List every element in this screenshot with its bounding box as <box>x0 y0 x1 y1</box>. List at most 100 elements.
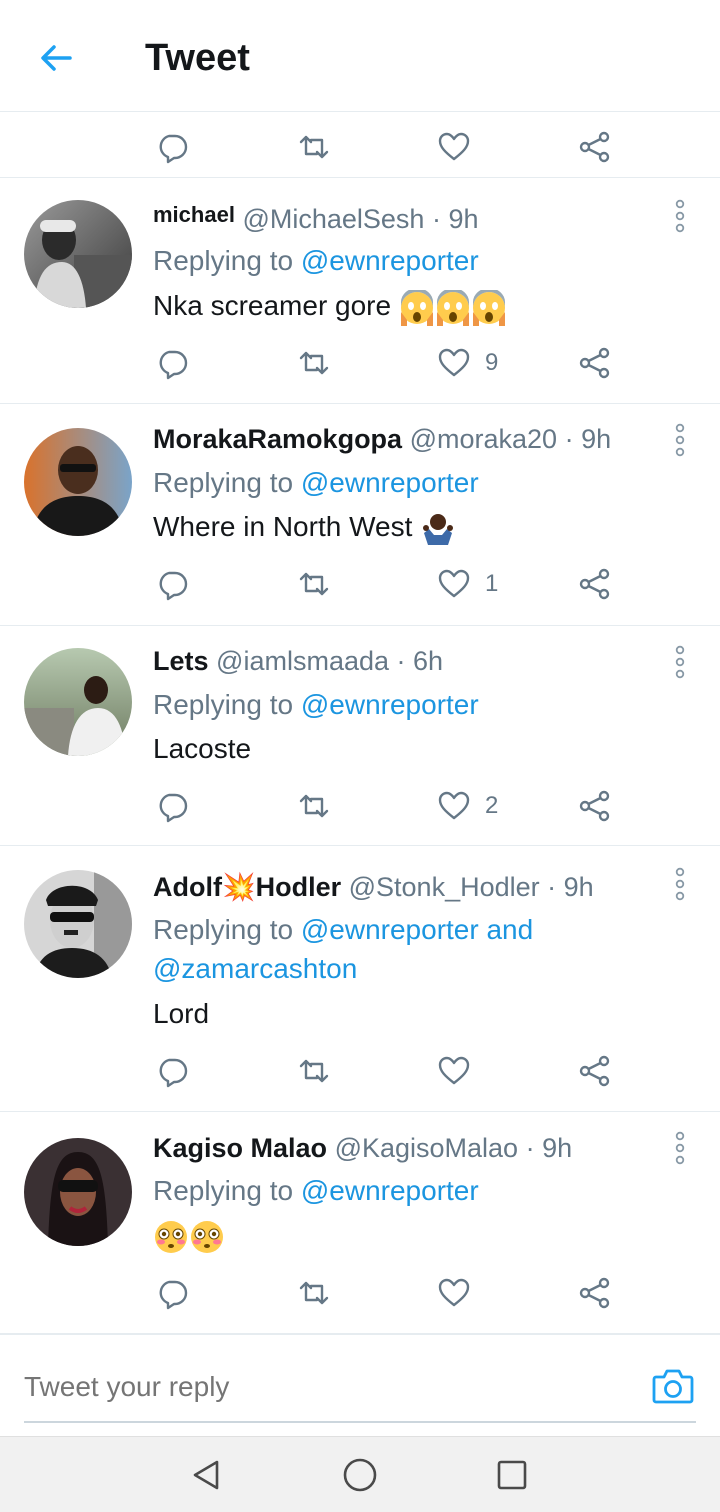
timestamp: · 6h <box>396 646 444 676</box>
reply-icon <box>159 793 188 823</box>
avatar[interactable] <box>24 648 132 756</box>
like-button[interactable]: 1 <box>437 559 498 609</box>
handle[interactable]: @MichaelSesh <box>242 204 424 234</box>
heart-icon <box>438 1278 470 1307</box>
tweet-actions <box>0 1268 720 1318</box>
reply-icon <box>159 350 188 380</box>
retweet-icon <box>299 572 329 596</box>
handle[interactable]: @KagisoMalao <box>335 1133 519 1163</box>
nav-back-button[interactable] <box>184 1453 228 1497</box>
like-button[interactable] <box>437 122 471 172</box>
like-button[interactable]: 2 <box>437 781 498 831</box>
display-name[interactable]: MorakaRamokgopa <box>153 424 402 454</box>
share-button[interactable] <box>578 781 612 831</box>
reply-button[interactable] <box>155 559 189 609</box>
tweet-actions <box>0 1046 720 1096</box>
mention-link[interactable]: @ewnreporter <box>301 245 479 276</box>
reply-icon <box>159 134 188 164</box>
mention-link[interactable]: @ewnreporter <box>301 467 479 498</box>
avatar[interactable] <box>24 1138 132 1246</box>
share-icon <box>579 568 610 600</box>
display-name[interactable]: Kagiso Malao <box>153 1133 327 1163</box>
more-options-button[interactable] <box>668 864 692 904</box>
tweet-actions: 1 <box>0 559 720 609</box>
share-icon <box>579 1277 610 1309</box>
reply-button[interactable] <box>155 338 189 388</box>
more-vertical-icon <box>675 199 685 233</box>
handle[interactable]: @iamlsmaada <box>216 646 389 676</box>
retweet-button[interactable] <box>297 559 331 609</box>
more-options-button[interactable] <box>668 420 692 460</box>
retweet-icon <box>299 1059 329 1083</box>
tweet-header: Kagiso Malao @KagisoMalao · 9h <box>153 1131 572 1165</box>
more-options-button[interactable] <box>668 642 692 682</box>
reply-button[interactable] <box>155 1268 189 1318</box>
share-button[interactable] <box>578 1268 612 1318</box>
person-shrugging-emoji <box>423 513 454 545</box>
reply-button[interactable] <box>155 1046 189 1096</box>
reply-tweet[interactable]: Lets @iamlsmaada · 6h Replying to @ewnre… <box>0 626 720 846</box>
display-name[interactable]: michael <box>153 202 235 227</box>
avatar[interactable] <box>24 200 132 308</box>
more-options-button[interactable] <box>668 1128 692 1168</box>
tweet-text: Where in North West <box>153 509 456 547</box>
reply-button[interactable] <box>155 781 189 831</box>
retweet-icon <box>299 794 329 818</box>
heart-icon <box>438 348 470 377</box>
like-button[interactable] <box>437 1046 471 1096</box>
nav-home-button[interactable] <box>338 1453 382 1497</box>
replying-to: Replying to @ewnreporter <box>153 689 479 720</box>
reply-tweet[interactable]: Adolf💥Hodler @Stonk_Hodler · 9h Replying… <box>0 846 720 1112</box>
tweet-actions: 9 <box>0 338 720 388</box>
retweet-button[interactable] <box>297 781 331 831</box>
reply-tweet[interactable]: michael @MichaelSesh · 9h Replying to @e… <box>0 178 720 404</box>
reply-tweet[interactable]: Kagiso Malao @KagisoMalao · 9h Replying … <box>0 1112 720 1333</box>
display-name[interactable]: Adolf💥Hodler <box>153 872 341 902</box>
parent-tweet-actions <box>0 112 720 178</box>
screaming-face-emoji <box>472 289 505 326</box>
share-button[interactable] <box>578 1046 612 1096</box>
timestamp: · 9h <box>431 204 479 234</box>
flushed-face-emoji <box>155 1220 187 1253</box>
retweet-button[interactable] <box>297 122 331 172</box>
retweet-button[interactable] <box>297 1268 331 1318</box>
share-button[interactable] <box>578 122 612 172</box>
replying-to: Replying to @ewnreporter <box>153 245 479 276</box>
display-name[interactable]: Lets <box>153 646 209 676</box>
share-button[interactable] <box>578 559 612 609</box>
handle[interactable]: @moraka20 <box>410 424 557 454</box>
retweet-icon <box>299 351 329 375</box>
like-count: 9 <box>485 349 499 376</box>
page-title: Tweet <box>145 37 250 79</box>
mention-link[interactable]: @ewnreporter <box>301 1175 479 1206</box>
like-button[interactable]: 9 <box>437 338 498 388</box>
camera-icon <box>652 1369 694 1404</box>
reply-input[interactable] <box>24 1363 624 1411</box>
more-options-button[interactable] <box>668 196 692 236</box>
like-button[interactable] <box>437 1268 471 1318</box>
heart-icon <box>438 791 470 820</box>
app-header: Tweet <box>0 0 720 112</box>
timestamp: · 9h <box>547 872 594 902</box>
share-icon <box>579 347 610 379</box>
share-button[interactable] <box>578 338 612 388</box>
share-icon <box>579 1055 610 1087</box>
retweet-button[interactable] <box>297 1046 331 1096</box>
nav-recents-button[interactable] <box>490 1453 534 1497</box>
reply-tweet[interactable]: MorakaRamokgopa @moraka20 · 9h Replying … <box>0 404 720 626</box>
more-vertical-icon <box>675 423 685 457</box>
avatar[interactable] <box>24 428 132 536</box>
camera-button[interactable] <box>648 1363 698 1409</box>
timestamp: · 9h <box>525 1133 573 1163</box>
replying-to: Replying to @ewnreporter and @zamarcasht… <box>153 914 534 984</box>
like-count: 2 <box>485 792 499 819</box>
reply-button[interactable] <box>155 122 189 172</box>
tweet-text: Lacoste <box>153 733 252 764</box>
handle[interactable]: @Stonk_Hodler <box>349 872 540 902</box>
avatar[interactable] <box>24 870 132 978</box>
tweet-header: Lets @iamlsmaada · 6h <box>153 644 443 678</box>
retweet-button[interactable] <box>297 338 331 388</box>
back-button[interactable] <box>34 36 78 80</box>
nav-back-icon <box>193 1460 219 1490</box>
mention-link[interactable]: @ewnreporter <box>301 689 479 720</box>
